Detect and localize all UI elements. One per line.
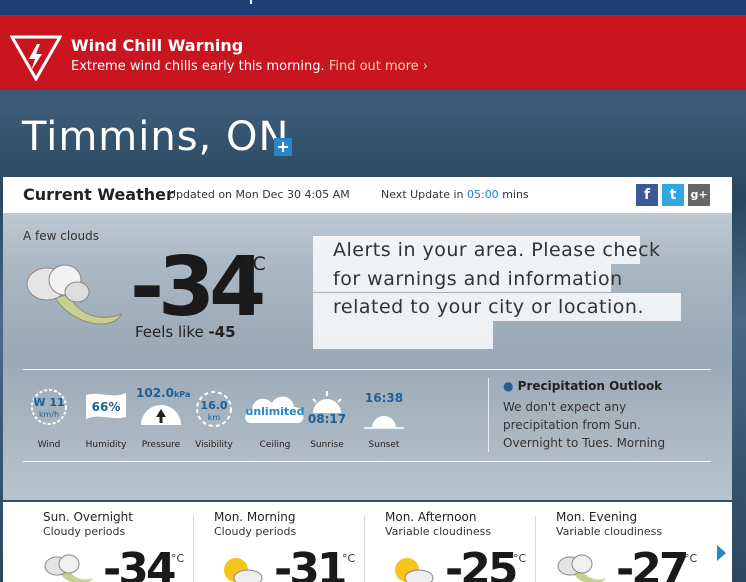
forecast-description: Cloudy periods	[214, 525, 297, 538]
pressure-label: Pressure	[141, 440, 181, 450]
forecast-item[interactable]: Mon. Evening Variable cloudiness -27 °C	[556, 510, 706, 582]
next-update-time: 05:00	[466, 188, 499, 201]
google-plus-icon[interactable]: g+	[688, 184, 710, 206]
forecast-period: Mon. Morning	[214, 510, 296, 524]
alert-description-text: Extreme wind chills early this morning.	[71, 59, 325, 74]
forecast-item[interactable]: Mon. Morning Cloudy periods -31 °C	[214, 510, 362, 582]
forecast-period: Mon. Afternoon	[385, 510, 477, 524]
current-condition: A few clouds	[23, 229, 100, 243]
alert-title: Wind Chill Warning	[71, 36, 244, 55]
humidity-value: 66%	[91, 400, 121, 414]
forecast-temperature: -25	[445, 544, 518, 582]
forecast-period: Mon. Evening	[556, 510, 638, 524]
sunrise-label: Sunrise	[310, 440, 344, 450]
cloudy-night-icon	[26, 264, 122, 325]
forecast-divider	[535, 516, 536, 582]
top-nav-bar	[0, 0, 746, 15]
facebook-icon[interactable]: f	[636, 184, 658, 206]
forecast-description: Variable cloudiness	[385, 525, 492, 538]
wind-value: W 11	[33, 396, 65, 409]
feels-like-value: -45	[208, 323, 236, 341]
feels-like: Feels like -45	[135, 323, 236, 341]
ceiling-stat: unlimited Ceiling	[243, 381, 307, 451]
warning-icon	[10, 35, 62, 81]
current-weather-heading: Current Weather	[23, 185, 174, 204]
current-temperature: -34	[130, 240, 266, 335]
next-forecast-arrow-icon[interactable]	[717, 545, 726, 561]
forecast-unit: °C	[171, 552, 185, 565]
alert-description: Extreme wind chills early this morning. …	[71, 59, 428, 74]
temperature-unit: °C	[243, 253, 266, 275]
forecast-divider	[193, 516, 194, 582]
nav-indicator	[250, 0, 252, 4]
forecast-temperature: -34	[103, 544, 176, 582]
sunset-icon	[364, 416, 404, 429]
forecast-temperature: -31	[274, 544, 347, 582]
forecast-divider	[364, 516, 365, 582]
sun-cloud-icon	[395, 558, 434, 582]
precipitation-divider	[488, 378, 489, 452]
alert-message: Alerts in your area. Please check for wa…	[333, 239, 661, 318]
message-highlight	[313, 321, 493, 349]
pressure-reading: 102.0kPa	[136, 386, 196, 400]
sunset-stat: 16:38 Sunset	[362, 381, 406, 451]
wind-unit: km/h	[38, 410, 60, 419]
precipitation-outlook: ● Precipitation Outlook	[503, 379, 662, 393]
forecast-description: Variable cloudiness	[556, 525, 663, 538]
wind-label: Wind	[37, 440, 61, 450]
precipitation-body: We don't expect any precipitation from S…	[503, 400, 666, 450]
visibility-value: 16.0	[200, 399, 228, 412]
pressure-value: 102.0	[136, 386, 174, 400]
wind-stat: W 11 km/h Wind	[27, 381, 71, 451]
updated-time: Updated on Mon Dec 30 4:05 AM	[168, 188, 350, 201]
divider	[23, 369, 711, 370]
visibility-unit: km	[207, 413, 221, 422]
pressure-unit: kPa	[173, 390, 191, 399]
pressure-stat: 102.0kPa Pressure	[136, 381, 190, 451]
forecast-description: Cloudy periods	[43, 525, 126, 538]
ceiling-label: Ceiling	[259, 440, 291, 450]
forecast-period: Sun. Overnight	[43, 510, 133, 524]
forecast-unit: °C	[342, 552, 356, 565]
raindrop-icon: ●	[503, 379, 514, 393]
city-title: Timmins, ON	[22, 114, 290, 160]
next-update-label: Next Update in	[381, 188, 464, 201]
visibility-stat: 16.0 km Visibility	[192, 381, 236, 451]
find-out-more-link[interactable]: Find out more ›	[329, 59, 428, 74]
sunset-value: 16:38	[364, 391, 404, 405]
next-update: Next Update in 05:00 mins	[381, 188, 529, 201]
cloudy-night-icon	[557, 554, 606, 582]
forecast-unit: °C	[513, 552, 527, 565]
divider	[23, 461, 711, 462]
forecast-unit: °C	[684, 552, 698, 565]
sunrise-stat: 08:17 Sunrise	[305, 381, 349, 451]
plus-icon[interactable]: +	[274, 138, 292, 156]
visibility-label: Visibility	[195, 440, 233, 450]
precipitation-title: Precipitation Outlook	[517, 379, 663, 393]
humidity-stat: 66% Humidity	[84, 381, 128, 451]
twitter-icon[interactable]: t	[662, 184, 684, 206]
ceiling-value: unlimited	[245, 405, 305, 418]
sunset-label: Sunset	[368, 440, 400, 450]
forecast-temperature: -27	[616, 544, 689, 582]
current-weather-header: Current Weather Updated on Mon Dec 30 4:…	[3, 177, 732, 213]
cloudy-night-icon	[44, 554, 93, 582]
next-update-unit: mins	[502, 188, 529, 201]
humidity-label: Humidity	[85, 440, 127, 450]
feels-like-label: Feels like	[135, 323, 204, 341]
sunrise-value: 08:17	[307, 412, 347, 426]
pressure-gauge-icon	[141, 405, 181, 425]
forecast-item[interactable]: Sun. Overnight Cloudy periods -34 °C	[43, 510, 191, 582]
wind-chill-alert-banner[interactable]: Wind Chill Warning Extreme wind chills e…	[0, 15, 746, 90]
sun-cloud-icon	[224, 558, 263, 582]
forecast-item[interactable]: Mon. Afternoon Variable cloudiness -25 °…	[385, 510, 533, 582]
